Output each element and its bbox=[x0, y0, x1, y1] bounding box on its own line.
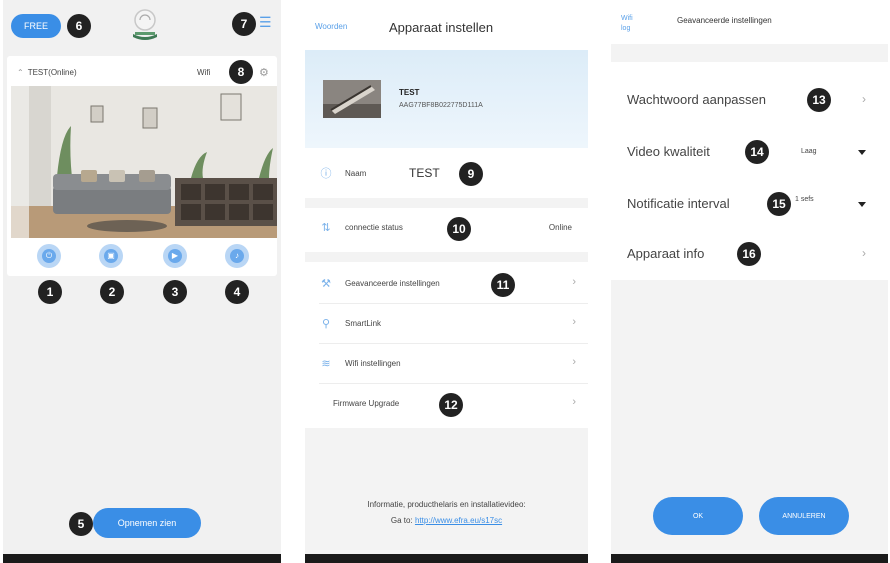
badge-16: 16 bbox=[737, 242, 761, 266]
ok-button[interactable]: OK bbox=[653, 497, 743, 535]
camera-preview-image[interactable] bbox=[11, 86, 277, 238]
smartlink-label: SmartLink bbox=[345, 319, 382, 328]
device-name: TEST bbox=[399, 88, 420, 97]
video-quality-row[interactable]: Video kwaliteit 14 Laag bbox=[611, 126, 888, 176]
control-button-4[interactable]: ♪ bbox=[225, 244, 249, 268]
chevron-right-icon: › bbox=[572, 356, 576, 368]
advanced-settings-row[interactable]: ⚒ Geavanceerde instellingen 11 › bbox=[305, 264, 588, 304]
name-value: TEST bbox=[409, 166, 440, 180]
settings-gear-icon[interactable]: ⚙ bbox=[259, 66, 271, 79]
wifi-settings-label: Wifi instellingen bbox=[345, 359, 401, 368]
badge-4: 4 bbox=[225, 280, 249, 304]
app-logo-icon bbox=[133, 9, 157, 40]
badge-10: 10 bbox=[447, 217, 471, 241]
system-nav-bar bbox=[611, 554, 888, 563]
info-icon: ⓘ bbox=[320, 168, 332, 180]
badge-6: 6 bbox=[67, 14, 91, 38]
badge-3: 3 bbox=[163, 280, 187, 304]
power-icon: ⏻ bbox=[42, 249, 56, 263]
chevron-right-icon: › bbox=[572, 316, 576, 328]
connection-row: ⇅ connectie status 10 Online bbox=[305, 208, 588, 248]
info-text: Informatie, producthelaris en installati… bbox=[367, 500, 526, 509]
badge-5: 5 bbox=[69, 512, 93, 536]
device-settings-screen: Woorden Apparaat instellen TEST AAG77BF8… bbox=[305, 0, 588, 563]
name-row[interactable]: ⓘ Naam TEST 9 bbox=[305, 154, 588, 194]
wifi-status: Wifi bbox=[197, 68, 211, 77]
menu-icon[interactable]: ☰ bbox=[259, 14, 275, 30]
free-pill-button[interactable]: FREE bbox=[11, 14, 61, 38]
device-info-label: Apparaat info bbox=[627, 246, 705, 261]
connection-label: connectie status bbox=[345, 223, 403, 232]
wrench-icon: ⚒ bbox=[321, 278, 331, 290]
badge-12: 12 bbox=[439, 393, 463, 417]
section-divider bbox=[611, 44, 888, 62]
firmware-upgrade-row[interactable]: Firmware Upgrade 12 › bbox=[305, 384, 588, 424]
video-icon: ▶ bbox=[168, 249, 182, 263]
badge-11: 11 bbox=[491, 273, 515, 297]
badge-2: 2 bbox=[100, 280, 124, 304]
wifi-icon: ≋ bbox=[321, 358, 331, 370]
back-button[interactable]: Wifi log bbox=[621, 14, 647, 34]
settings-list: Wachtwoord aanpassen 13 › Video kwalitei… bbox=[611, 62, 888, 280]
chevron-right-icon: › bbox=[862, 92, 866, 106]
section-divider bbox=[305, 198, 588, 208]
control-button-1[interactable]: ⏻ bbox=[37, 244, 61, 268]
badge-15: 15 bbox=[767, 192, 791, 216]
video-quality-label: Video kwaliteit bbox=[627, 144, 710, 159]
bottom-area bbox=[305, 428, 588, 554]
info-link[interactable]: http://www.efra.eu/s17sc bbox=[415, 516, 502, 525]
device-uid: AAG77BF8B022775D111A bbox=[399, 102, 483, 109]
change-password-label: Wachtwoord aanpassen bbox=[627, 92, 766, 107]
info-link-prefix: Ga to: bbox=[390, 516, 413, 525]
connection-value: Online bbox=[548, 223, 572, 232]
cancel-button[interactable]: ANNULEREN bbox=[759, 497, 849, 535]
collapse-arrow-icon[interactable]: ⌃ bbox=[17, 68, 24, 77]
smartlink-row[interactable]: ⚲ SmartLink › bbox=[305, 304, 588, 344]
back-button[interactable]: Woorden bbox=[315, 22, 347, 31]
advanced-settings-screen: Wifi log Geavanceerde instellingen Wacht… bbox=[611, 0, 888, 563]
device-name-label: TEST(Online) bbox=[27, 68, 77, 77]
header: Wifi log Geavanceerde instellingen bbox=[611, 0, 888, 44]
badge-14: 14 bbox=[745, 140, 769, 164]
transfer-icon: ⇅ bbox=[321, 222, 331, 234]
badge-13: 13 bbox=[807, 88, 831, 112]
chevron-right-icon: › bbox=[572, 276, 576, 288]
badge-1: 1 bbox=[38, 280, 62, 304]
device-list-screen: FREE 6 7 ☰ ⌃ TEST(Online) Wifi 8 ⚙ ⏻ ▣ ▶… bbox=[3, 0, 281, 563]
microphone-icon: ♪ bbox=[230, 249, 244, 263]
dropdown-caret-icon[interactable] bbox=[858, 150, 866, 155]
badge-8: 8 bbox=[229, 60, 253, 84]
badge-7: 7 bbox=[232, 12, 256, 36]
chevron-right-icon: › bbox=[572, 396, 576, 408]
page-title: Geavanceerde instellingen bbox=[677, 16, 772, 25]
chevron-right-icon: › bbox=[862, 246, 866, 260]
photo-icon: ▣ bbox=[104, 249, 118, 263]
device-thumbnail-image bbox=[323, 80, 381, 118]
notification-interval-label: Notificatie interval bbox=[627, 196, 730, 211]
control-button-2[interactable]: ▣ bbox=[99, 244, 123, 268]
wifi-settings-row[interactable]: ≋ Wifi instellingen › bbox=[305, 344, 588, 384]
header: Woorden Apparaat instellen bbox=[305, 0, 588, 50]
notification-interval-row[interactable]: Notificatie interval 15 1 sefs bbox=[611, 178, 888, 228]
link-icon: ⚲ bbox=[321, 318, 331, 330]
system-nav-bar bbox=[305, 554, 588, 563]
notification-interval-select[interactable]: 1 sefs bbox=[795, 196, 814, 203]
advanced-settings-label: Geavanceerde instellingen bbox=[345, 279, 440, 288]
system-nav-bar bbox=[3, 554, 281, 563]
video-quality-select[interactable]: Laag bbox=[801, 148, 817, 155]
section-divider bbox=[305, 252, 588, 262]
device-name[interactable]: ⌃ TEST(Online) bbox=[17, 68, 77, 77]
watch-recordings-button[interactable]: Opnemen zien bbox=[93, 508, 201, 538]
change-password-row[interactable]: Wachtwoord aanpassen 13 › bbox=[611, 74, 888, 124]
firmware-upgrade-label: Firmware Upgrade bbox=[333, 399, 400, 408]
device-hero: TEST AAG77BF8B022775D111A bbox=[305, 50, 588, 148]
device-info-row[interactable]: Apparaat info 16 › bbox=[611, 228, 888, 278]
camera-card[interactable]: ⌃ TEST(Online) Wifi 8 ⚙ ⏻ ▣ ▶ ♪ bbox=[7, 56, 277, 276]
control-button-3[interactable]: ▶ bbox=[163, 244, 187, 268]
info-link-line: Ga to: http://www.efra.eu/s17sc bbox=[305, 516, 588, 525]
page-title: Apparaat instellen bbox=[389, 20, 494, 35]
badge-9: 9 bbox=[459, 162, 483, 186]
name-label: Naam bbox=[345, 169, 367, 178]
dropdown-caret-icon[interactable] bbox=[858, 202, 866, 207]
